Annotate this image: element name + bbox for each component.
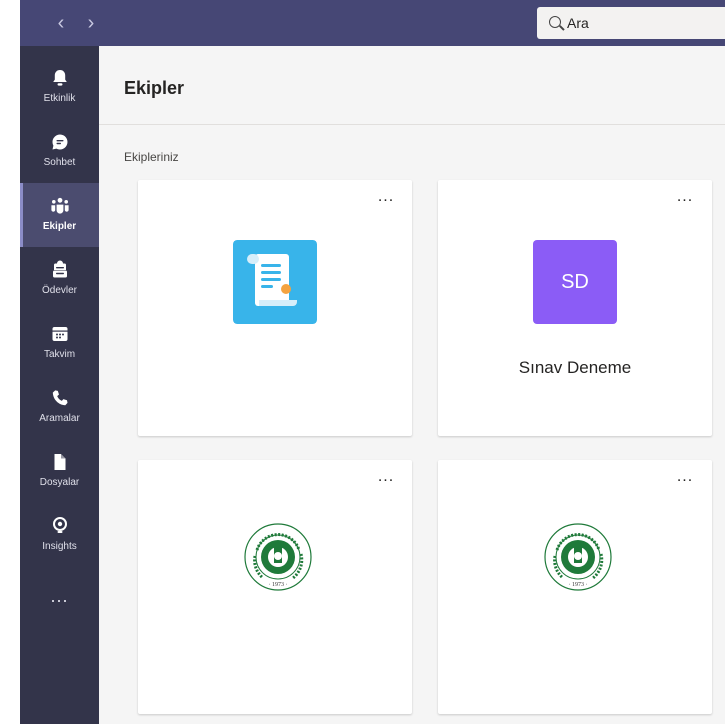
more-options-icon[interactable]: ... bbox=[673, 189, 697, 208]
university-seal-logo: · 1973 · bbox=[544, 523, 612, 591]
search-icon bbox=[549, 16, 561, 28]
rail-item-calls[interactable]: Aramalar bbox=[20, 375, 99, 439]
title-bar: ‹ › Ara bbox=[20, 0, 725, 46]
chat-icon bbox=[52, 134, 68, 150]
rail-label: Insights bbox=[42, 541, 77, 552]
university-seal-logo: · 1973 · bbox=[244, 523, 312, 591]
team-card[interactable]: ... bbox=[138, 180, 412, 436]
rail-label: Etkinlik bbox=[43, 93, 76, 104]
team-name: Sınav Deneme bbox=[518, 358, 632, 377]
file-icon bbox=[54, 454, 66, 470]
main-content: Ekipler Ekipleriniz ... ... SD Sınav Den… bbox=[99, 46, 725, 724]
svg-text:· 1973 ·: · 1973 · bbox=[269, 582, 288, 588]
rail-item-files[interactable]: Dosyalar bbox=[20, 439, 99, 503]
window-edge bbox=[0, 0, 20, 724]
rail-label: Takvim bbox=[43, 349, 76, 360]
calendar-icon bbox=[52, 327, 68, 341]
rail-label: Ekipler bbox=[42, 221, 77, 232]
team-card[interactable]: ... SD Sınav Deneme bbox=[438, 180, 712, 436]
rail-item-chat[interactable]: Sohbet bbox=[20, 119, 99, 183]
rail-item-insights[interactable]: Insights bbox=[20, 503, 99, 567]
section-label: Ekipleriniz bbox=[124, 150, 179, 164]
more-options-icon[interactable]: ... bbox=[673, 469, 697, 488]
search-input[interactable]: Ara bbox=[537, 7, 725, 39]
more-options-icon[interactable]: ... bbox=[374, 469, 398, 488]
rail-item-activity[interactable]: Etkinlik bbox=[20, 55, 99, 119]
team-card[interactable]: ... · 1973 · bbox=[138, 460, 412, 714]
app-rail: Etkinlik Sohbet Ekipler Ödevler Takvim A… bbox=[20, 46, 99, 724]
page-header: Ekipler bbox=[99, 46, 725, 125]
rail-label: Ödevler bbox=[41, 285, 77, 296]
rail-label: Dosyalar bbox=[39, 477, 80, 488]
search-placeholder: Ara bbox=[567, 15, 589, 31]
rail-label: Sohbet bbox=[43, 157, 76, 168]
phone-icon bbox=[52, 390, 68, 406]
teams-icon bbox=[51, 197, 69, 214]
more-options-icon[interactable]: ... bbox=[374, 189, 398, 208]
back-arrow-icon[interactable]: ‹ bbox=[50, 11, 72, 35]
bell-icon bbox=[53, 70, 67, 86]
rail-item-calendar[interactable]: Takvim bbox=[20, 311, 99, 375]
page-title: Ekipler bbox=[124, 78, 185, 98]
rail-item-teams[interactable]: Ekipler bbox=[20, 183, 99, 247]
more-apps-button[interactable]: ... bbox=[20, 586, 99, 616]
insights-icon bbox=[53, 517, 67, 533]
assignments-icon bbox=[53, 260, 67, 278]
team-card[interactable]: ... · 1973 · bbox=[438, 460, 712, 714]
forward-arrow-icon[interactable]: › bbox=[80, 11, 102, 35]
rail-item-assignments[interactable]: Ödevler bbox=[20, 247, 99, 311]
svg-text:· 1973 ·: · 1973 · bbox=[569, 582, 588, 588]
rail-label: Aramalar bbox=[39, 413, 80, 424]
team-avatar: SD bbox=[533, 240, 617, 324]
certificate-scroll-icon bbox=[233, 240, 317, 324]
